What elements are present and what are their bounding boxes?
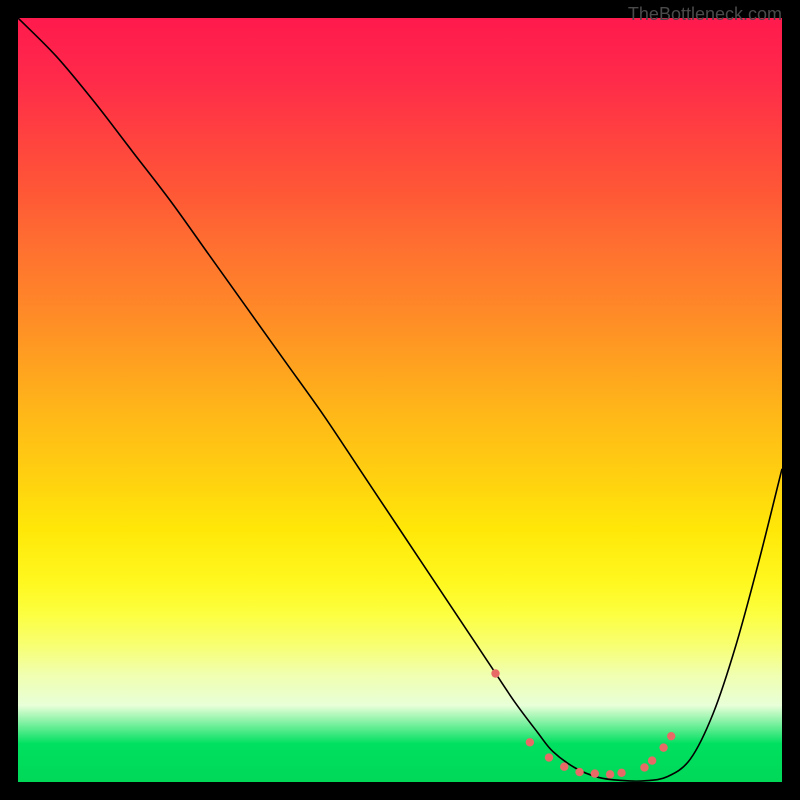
watermark-label: TheBottleneck.com <box>628 4 782 25</box>
curve-dot <box>591 769 599 777</box>
curve-dot <box>648 756 656 764</box>
curve-dot <box>606 770 614 778</box>
curve-dot <box>526 738 534 746</box>
curve-dot <box>545 753 553 761</box>
curve-dot <box>560 763 568 771</box>
bottleneck-curve <box>18 18 782 781</box>
curve-dot <box>667 732 675 740</box>
curve-dot <box>575 768 583 776</box>
curve-dot <box>640 763 648 771</box>
curve-dot <box>617 769 625 777</box>
chart-svg <box>18 18 782 782</box>
plot-area <box>18 18 782 782</box>
curve-dot <box>659 743 667 751</box>
minimum-region-dots <box>491 669 675 778</box>
curve-dot <box>491 669 499 677</box>
